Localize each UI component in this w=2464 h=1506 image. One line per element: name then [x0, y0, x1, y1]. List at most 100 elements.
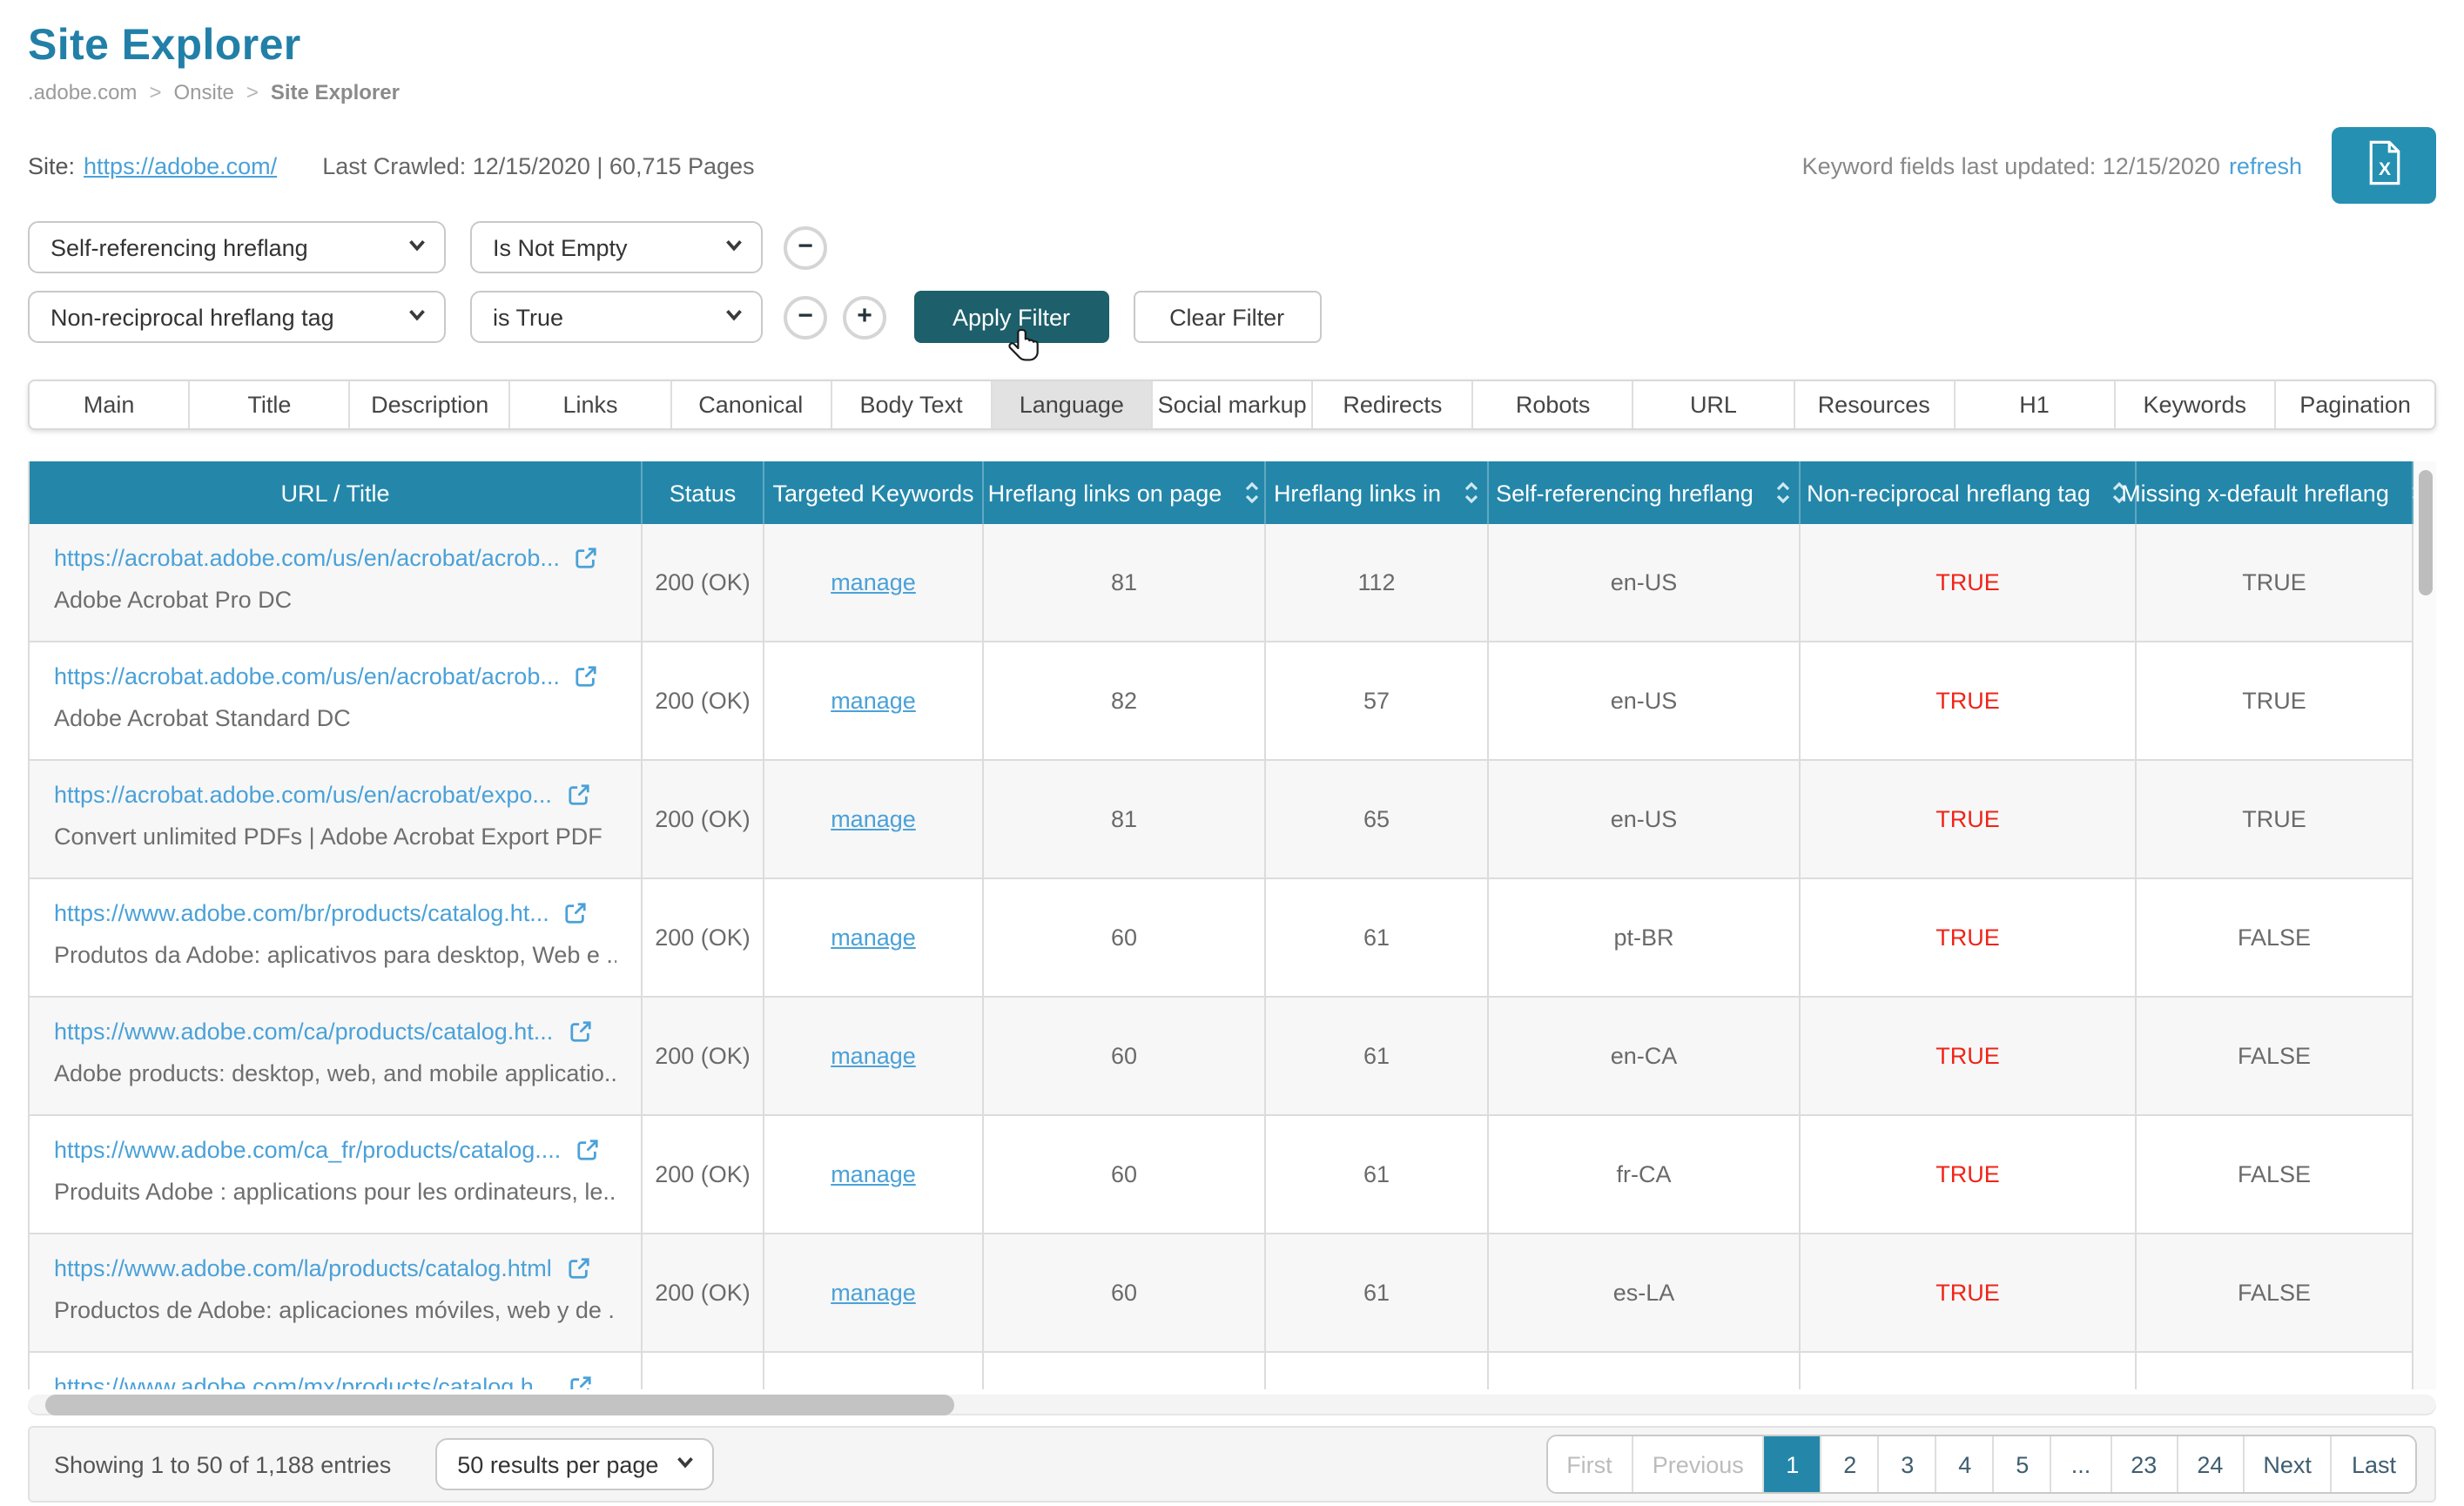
sort-icon[interactable]	[1451, 479, 1479, 507]
self-referencing-hreflang-cell: pt-BR	[1489, 879, 1801, 996]
targeted-keywords-cell: manage	[764, 879, 984, 996]
tab-keywords[interactable]: Keywords	[2113, 381, 2274, 428]
page-button-3[interactable]: 3	[1877, 1436, 1936, 1492]
export-excel-button[interactable]: X	[2332, 127, 2436, 204]
hreflang-links-in-cell: 61	[1266, 1116, 1489, 1233]
horizontal-scrollbar-thumb[interactable]	[45, 1395, 954, 1415]
manage-keywords-link[interactable]: manage	[831, 806, 916, 832]
column-header-status: Status	[643, 461, 764, 524]
site-label: Site:	[28, 152, 76, 178]
external-link-icon[interactable]	[569, 1020, 591, 1043]
manage-keywords-link[interactable]: manage	[831, 688, 916, 714]
breadcrumb-item[interactable]: .adobe.com	[28, 80, 137, 104]
tab-links[interactable]: Links	[508, 381, 670, 428]
chevron-down-icon	[721, 301, 747, 333]
site-url-link[interactable]: https://adobe.com/	[84, 152, 277, 178]
tab-title[interactable]: Title	[188, 381, 348, 428]
row-url-link[interactable]: https://www.adobe.com/ca_fr/products/cat…	[54, 1137, 561, 1163]
page-button-1[interactable]: 1	[1762, 1436, 1821, 1492]
manage-keywords-link[interactable]: manage	[831, 924, 916, 951]
filter-operator-select-2[interactable]: is True	[470, 291, 763, 343]
page-button-4[interactable]: 4	[1935, 1436, 1993, 1492]
sort-icon[interactable]	[1232, 479, 1260, 507]
table-body: https://acrobat.adobe.com/us/en/acrobat/…	[30, 524, 2414, 1389]
hreflang-links-on-page-cell: 81	[984, 524, 1266, 641]
row-url-link[interactable]: https://www.adobe.com/mx/products/catalo…	[54, 1374, 553, 1389]
filter-field-select-2[interactable]: Non-reciprocal hreflang tag	[28, 291, 446, 343]
row-url-link[interactable]: https://www.adobe.com/br/products/catalo…	[54, 900, 549, 926]
non-reciprocal-hreflang-cell	[1801, 1353, 2137, 1389]
vertical-scrollbar[interactable]	[2414, 461, 2436, 1389]
vertical-scrollbar-thumb[interactable]	[2419, 470, 2433, 595]
filter-operator-select-1[interactable]: Is Not Empty	[470, 221, 763, 273]
tab-url[interactable]: URL	[1632, 381, 1793, 428]
column-header-hreflang-links-in[interactable]: Hreflang links in	[1266, 461, 1489, 524]
manage-keywords-link[interactable]: manage	[831, 1280, 916, 1306]
non-reciprocal-hreflang-cell: TRUE	[1801, 998, 2137, 1114]
external-link-icon[interactable]	[569, 1375, 591, 1389]
tab-social-markup[interactable]: Social markup	[1150, 381, 1311, 428]
self-referencing-hreflang-cell	[1489, 1353, 1801, 1389]
clear-filter-button[interactable]: Clear Filter	[1133, 291, 1322, 343]
tab-description[interactable]: Description	[348, 381, 509, 428]
external-link-icon[interactable]	[576, 665, 598, 688]
column-header-non-reciprocal-hreflang-tag[interactable]: Non-reciprocal hreflang tag	[1801, 461, 2137, 524]
tab-h1[interactable]: H1	[1953, 381, 2113, 428]
url-title-cell: https://acrobat.adobe.com/us/en/acrobat/…	[30, 761, 643, 877]
self-referencing-hreflang-cell: en-US	[1489, 642, 1801, 759]
non-reciprocal-hreflang-cell: TRUE	[1801, 642, 2137, 759]
column-header-missing-x-default-hreflang[interactable]: Missing x-default hreflang	[2121, 461, 2425, 524]
targeted-keywords-cell: manage	[764, 642, 984, 759]
page-button-next[interactable]: Next	[2242, 1436, 2331, 1492]
external-link-icon[interactable]	[576, 547, 598, 569]
tab-language[interactable]: Language	[990, 381, 1151, 428]
row-url-link[interactable]: https://www.adobe.com/ca/products/catalo…	[54, 1019, 553, 1045]
row-url-link[interactable]: https://acrobat.adobe.com/us/en/acrobat/…	[54, 782, 552, 808]
column-header-hreflang-links-on-page[interactable]: Hreflang links on page	[984, 461, 1266, 524]
page-button-5[interactable]: 5	[1992, 1436, 2050, 1492]
column-header-self-referencing-hreflang[interactable]: Self-referencing hreflang	[1489, 461, 1801, 524]
remove-filter-button-1[interactable]: −	[784, 225, 827, 269]
tab-body-text[interactable]: Body Text	[830, 381, 990, 428]
url-title-cell: https://acrobat.adobe.com/us/en/acrobat/…	[30, 524, 643, 641]
status-cell: 200 (OK)	[643, 642, 764, 759]
column-header-label: URL / Title	[280, 480, 390, 506]
tab-robots[interactable]: Robots	[1471, 381, 1633, 428]
manage-keywords-link[interactable]: manage	[831, 1043, 916, 1069]
page-button--[interactable]: ...	[2050, 1436, 2111, 1492]
crawl-info: Last Crawled: 12/15/2020 | 60,715 Pages	[322, 152, 755, 178]
page-button-2[interactable]: 2	[1820, 1436, 1878, 1492]
refresh-link[interactable]: refresh	[2229, 152, 2302, 178]
tab-main[interactable]: Main	[30, 381, 188, 428]
external-link-icon[interactable]	[568, 783, 590, 806]
manage-keywords-link[interactable]: manage	[831, 1161, 916, 1187]
sort-icon[interactable]	[1764, 479, 1792, 507]
page-button-previous: Previous	[1631, 1436, 1763, 1492]
status-cell: 200 (OK)	[643, 1234, 764, 1351]
page-button-24[interactable]: 24	[2176, 1436, 2243, 1492]
horizontal-scrollbar[interactable]	[28, 1395, 2436, 1415]
breadcrumb-item[interactable]: Onsite	[173, 80, 233, 104]
filter-field-select-1[interactable]: Self-referencing hreflang	[28, 221, 446, 273]
tab-resources[interactable]: Resources	[1793, 381, 1953, 428]
remove-filter-button-2[interactable]: −	[784, 295, 827, 339]
tab-canonical[interactable]: Canonical	[670, 381, 830, 428]
tab-redirects[interactable]: Redirects	[1311, 381, 1471, 428]
tab-pagination[interactable]: Pagination	[2273, 381, 2434, 428]
page-button-last[interactable]: Last	[2330, 1436, 2415, 1492]
apply-filter-button[interactable]: Apply Filter	[914, 291, 1109, 343]
external-link-icon[interactable]	[568, 1257, 590, 1280]
non-reciprocal-hreflang-cell: TRUE	[1801, 1116, 2137, 1233]
external-link-icon[interactable]	[576, 1139, 599, 1161]
row-url-link[interactable]: https://www.adobe.com/la/products/catalo…	[54, 1255, 552, 1281]
manage-keywords-link[interactable]: manage	[831, 569, 916, 595]
add-filter-button[interactable]: +	[843, 295, 886, 339]
external-link-icon[interactable]	[565, 902, 588, 924]
status-cell: 200 (OK)	[643, 524, 764, 641]
row-url-link[interactable]: https://acrobat.adobe.com/us/en/acrobat/…	[54, 545, 560, 571]
pagination: First Previous 1 2 3 4 5... 23 24 Next Last	[1545, 1435, 2417, 1494]
chevron-down-icon	[671, 1449, 697, 1480]
results-per-page-select[interactable]: 50 results per page	[434, 1438, 714, 1490]
page-button-23[interactable]: 23	[2110, 1436, 2177, 1492]
row-url-link[interactable]: https://acrobat.adobe.com/us/en/acrobat/…	[54, 663, 560, 689]
